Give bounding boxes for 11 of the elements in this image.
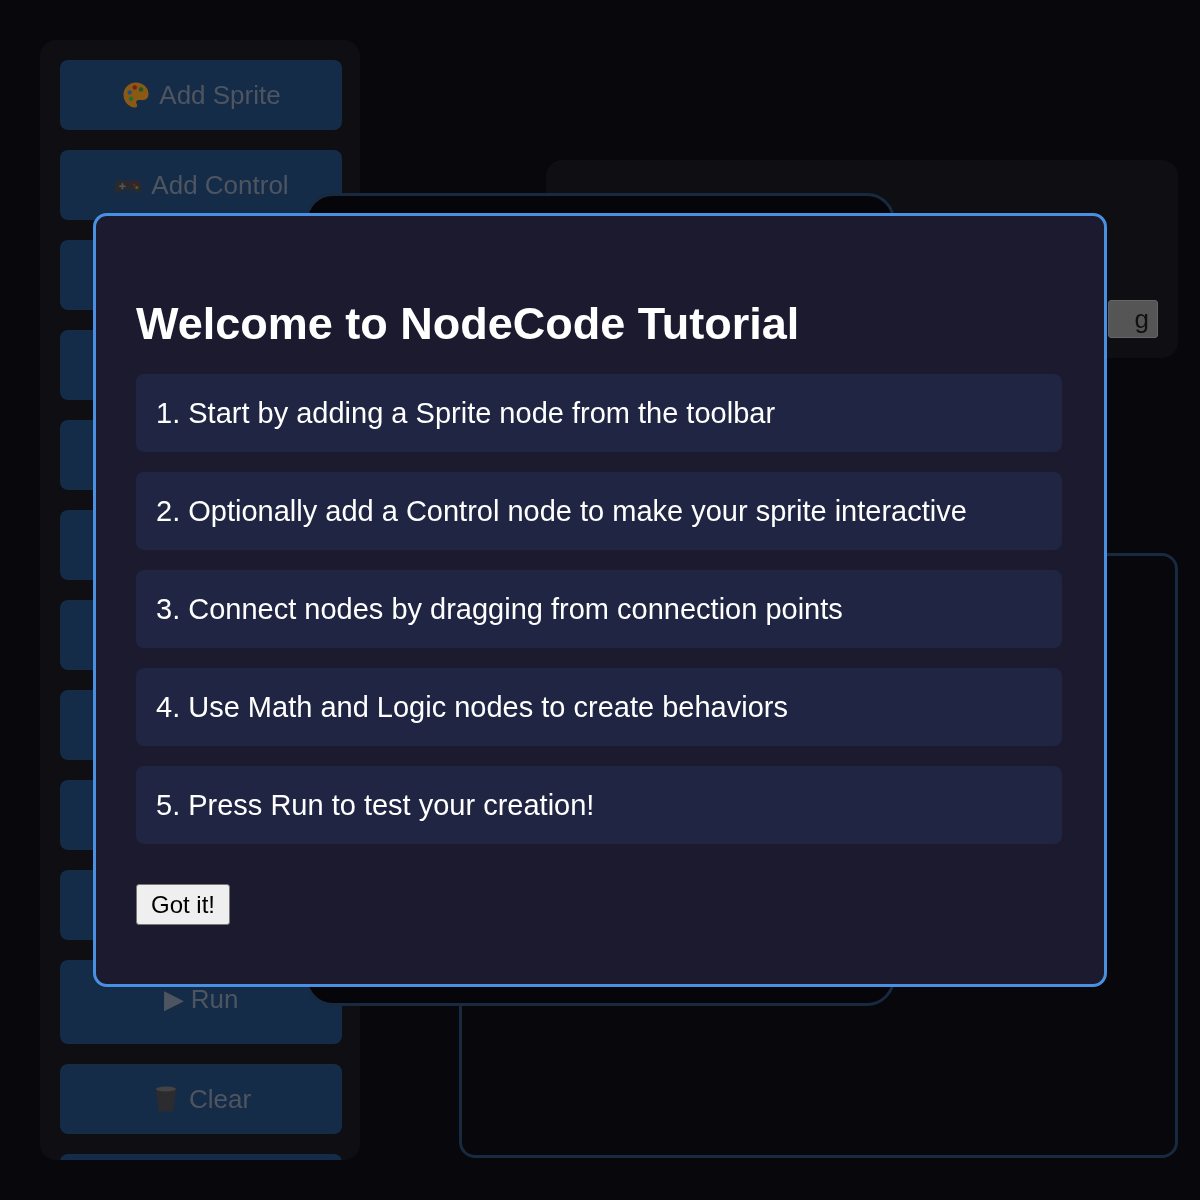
dialog-title: Welcome to NodeCode Tutorial [136, 297, 801, 351]
panel-button[interactable]: g [1108, 300, 1158, 338]
tutorial-step: 5. Press Run to test your creation! [136, 766, 1062, 844]
toolbar-button[interactable]: Clear [60, 1064, 342, 1134]
tutorial-step: 3. Connect nodes by dragging from connection points [136, 570, 1062, 648]
toolbar-button[interactable]: Add Sprite [60, 60, 342, 130]
got-it-button[interactable]: Got it! [136, 884, 231, 925]
toolbar-button[interactable]: Add Control [60, 150, 342, 220]
tutorial-step: 1. Start by adding a Sprite node from the toolbar [136, 374, 1062, 452]
tutorial-step: 2. Optionally add a Control node to make your sprite interactive [136, 472, 1062, 550]
tutorial-step: 4. Use Math and Logic nodes to create behaviors [136, 668, 1062, 746]
